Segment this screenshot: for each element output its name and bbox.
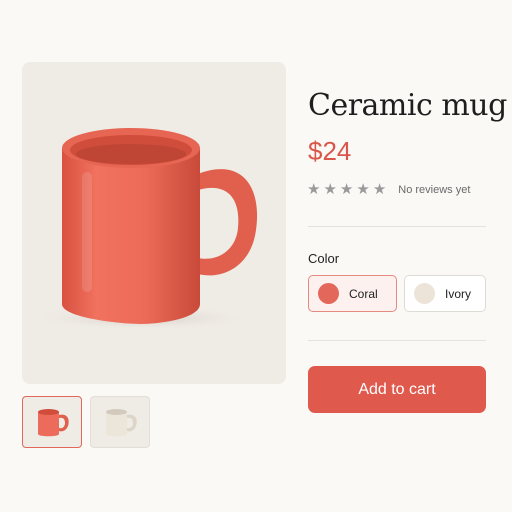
product-price: $24 <box>308 136 352 166</box>
star-icon[interactable]: ★ <box>307 180 320 200</box>
coral-mug-thumbnail <box>38 409 69 437</box>
star-icon[interactable]: ★ <box>356 180 369 200</box>
color-option-ivory[interactable]: Ivory <box>404 275 486 312</box>
add-to-cart-button[interactable]: Add to cart <box>308 366 486 413</box>
star-icon[interactable]: ★ <box>340 180 353 200</box>
ivory-swatch-icon <box>414 283 435 304</box>
ivory-mug-thumbnail <box>106 409 137 437</box>
color-label: Color <box>308 251 340 266</box>
thumbnail-ivory[interactable] <box>90 396 150 448</box>
color-option-coral[interactable]: Coral <box>308 275 397 312</box>
product-main-image <box>22 62 286 384</box>
thumbnail-coral[interactable] <box>22 396 82 448</box>
reviews-count: No reviews yet <box>398 184 471 196</box>
divider <box>308 226 486 227</box>
star-icon[interactable]: ★ <box>323 180 336 200</box>
color-option-label: Coral <box>349 286 378 301</box>
color-option-label: Ivory <box>445 286 472 301</box>
product-title: Ceramic mug <box>308 88 507 123</box>
coral-swatch-icon <box>318 283 339 304</box>
rating-row: ★ ★ ★ ★ ★ No reviews yet <box>307 180 470 200</box>
star-icon[interactable]: ★ <box>373 180 386 200</box>
divider <box>308 340 486 341</box>
coral-mug-image <box>32 128 258 330</box>
